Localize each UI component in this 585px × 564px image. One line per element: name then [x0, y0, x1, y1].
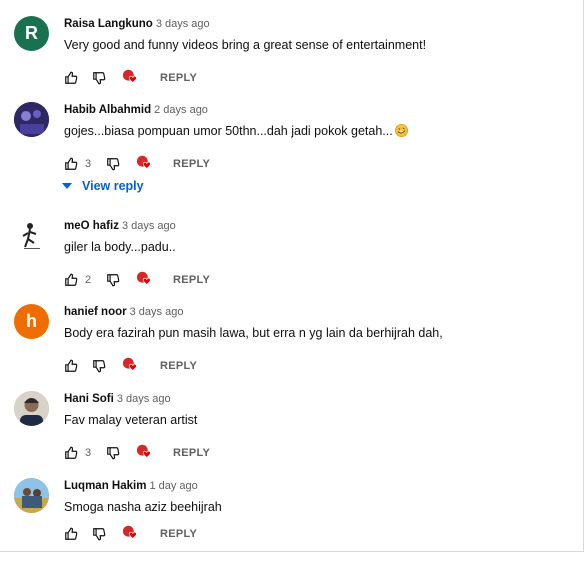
comment-time[interactable]: 1 day ago — [149, 480, 197, 492]
reply-button[interactable]: REPLY — [160, 358, 197, 374]
comment-item: Hani Sofi 3 days ago Fav malay veteran ar… — [0, 391, 585, 477]
reply-button[interactable]: REPLY — [160, 526, 197, 542]
comment-item: meO hafiz 3 days ago giler la body...padu… — [0, 218, 585, 304]
reply-button[interactable]: REPLY — [173, 156, 210, 172]
comment-item: h hanief noor 3 days ago Body era fazirah… — [0, 304, 585, 390]
creator-heart-icon — [136, 271, 151, 285]
comment-author[interactable]: Raisa Langkuno — [64, 18, 153, 30]
thumbs-down-icon[interactable] — [92, 70, 106, 86]
comment-time[interactable]: 3 days ago — [156, 18, 210, 30]
creator-heart-icon — [136, 155, 151, 169]
comment-author[interactable]: Habib Albahmid — [64, 104, 151, 116]
thumbs-down-icon[interactable] — [106, 445, 120, 461]
creator-heart-icon — [136, 444, 151, 458]
like-count: 2 — [85, 274, 92, 286]
comment-text: Fav malay veteran artist — [64, 413, 198, 427]
comment-time[interactable]: 3 days ago — [117, 393, 171, 405]
thumbs-up-icon[interactable] — [64, 272, 78, 288]
thumbs-down-icon[interactable] — [106, 272, 120, 288]
comment-item: R Raisa Langkuno 3 days ago Very good and… — [0, 16, 585, 102]
comment-time[interactable]: 3 days ago — [122, 220, 176, 232]
thumbs-up-icon[interactable] — [64, 445, 78, 461]
comment-text: giler la body...padu.. — [64, 240, 176, 254]
comment-item: Luqman Hakim 1 day ago Smoga nasha aziz b… — [0, 478, 585, 564]
caret-down-icon — [62, 183, 72, 189]
comment-time[interactable]: 2 days ago — [154, 104, 208, 116]
thumbs-down-icon[interactable] — [92, 358, 106, 374]
reply-button[interactable]: REPLY — [173, 272, 210, 288]
like-count: 3 — [85, 158, 92, 170]
comment-time[interactable]: 3 days ago — [130, 306, 184, 318]
reply-button[interactable]: REPLY — [173, 445, 210, 461]
rolling-laughing-emoji-icon — [394, 124, 408, 137]
view-reply-button[interactable]: View reply — [62, 179, 144, 193]
creator-heart-icon — [122, 357, 137, 371]
thumbs-up-icon[interactable] — [64, 358, 78, 374]
thumbs-up-icon[interactable] — [64, 70, 78, 86]
comment-author[interactable]: Hani Sofi — [64, 393, 114, 405]
avatar[interactable] — [14, 218, 49, 253]
thumbs-down-icon[interactable] — [106, 156, 120, 172]
comment-author[interactable]: hanief noor — [64, 306, 127, 318]
comment-text: gojes...biasa pompuan umor 50thn...dah j… — [64, 123, 408, 139]
thumbs-up-icon[interactable] — [64, 526, 78, 542]
avatar[interactable] — [14, 391, 49, 426]
comment-item: Habib Albahmid 2 days ago gojes...biasa p… — [0, 102, 585, 193]
like-count: 3 — [85, 447, 92, 459]
reply-button[interactable]: REPLY — [160, 70, 197, 86]
thumbs-down-icon[interactable] — [92, 526, 106, 542]
comment-text: Very good and funny videos bring a great… — [64, 38, 427, 52]
avatar[interactable]: R — [14, 16, 49, 51]
comment-author[interactable]: meO hafiz — [64, 220, 119, 232]
comment-text: Smoga nasha aziz beehijrah — [64, 500, 222, 514]
avatar[interactable]: h — [14, 304, 49, 339]
thumbs-up-icon[interactable] — [64, 156, 78, 172]
creator-heart-icon — [122, 69, 137, 83]
comment-text: Body era fazirah pun masih lawa, but err… — [64, 326, 443, 340]
avatar[interactable] — [14, 102, 49, 137]
comment-author[interactable]: Luqman Hakim — [64, 480, 146, 492]
creator-heart-icon — [122, 525, 137, 539]
avatar[interactable] — [14, 478, 49, 513]
